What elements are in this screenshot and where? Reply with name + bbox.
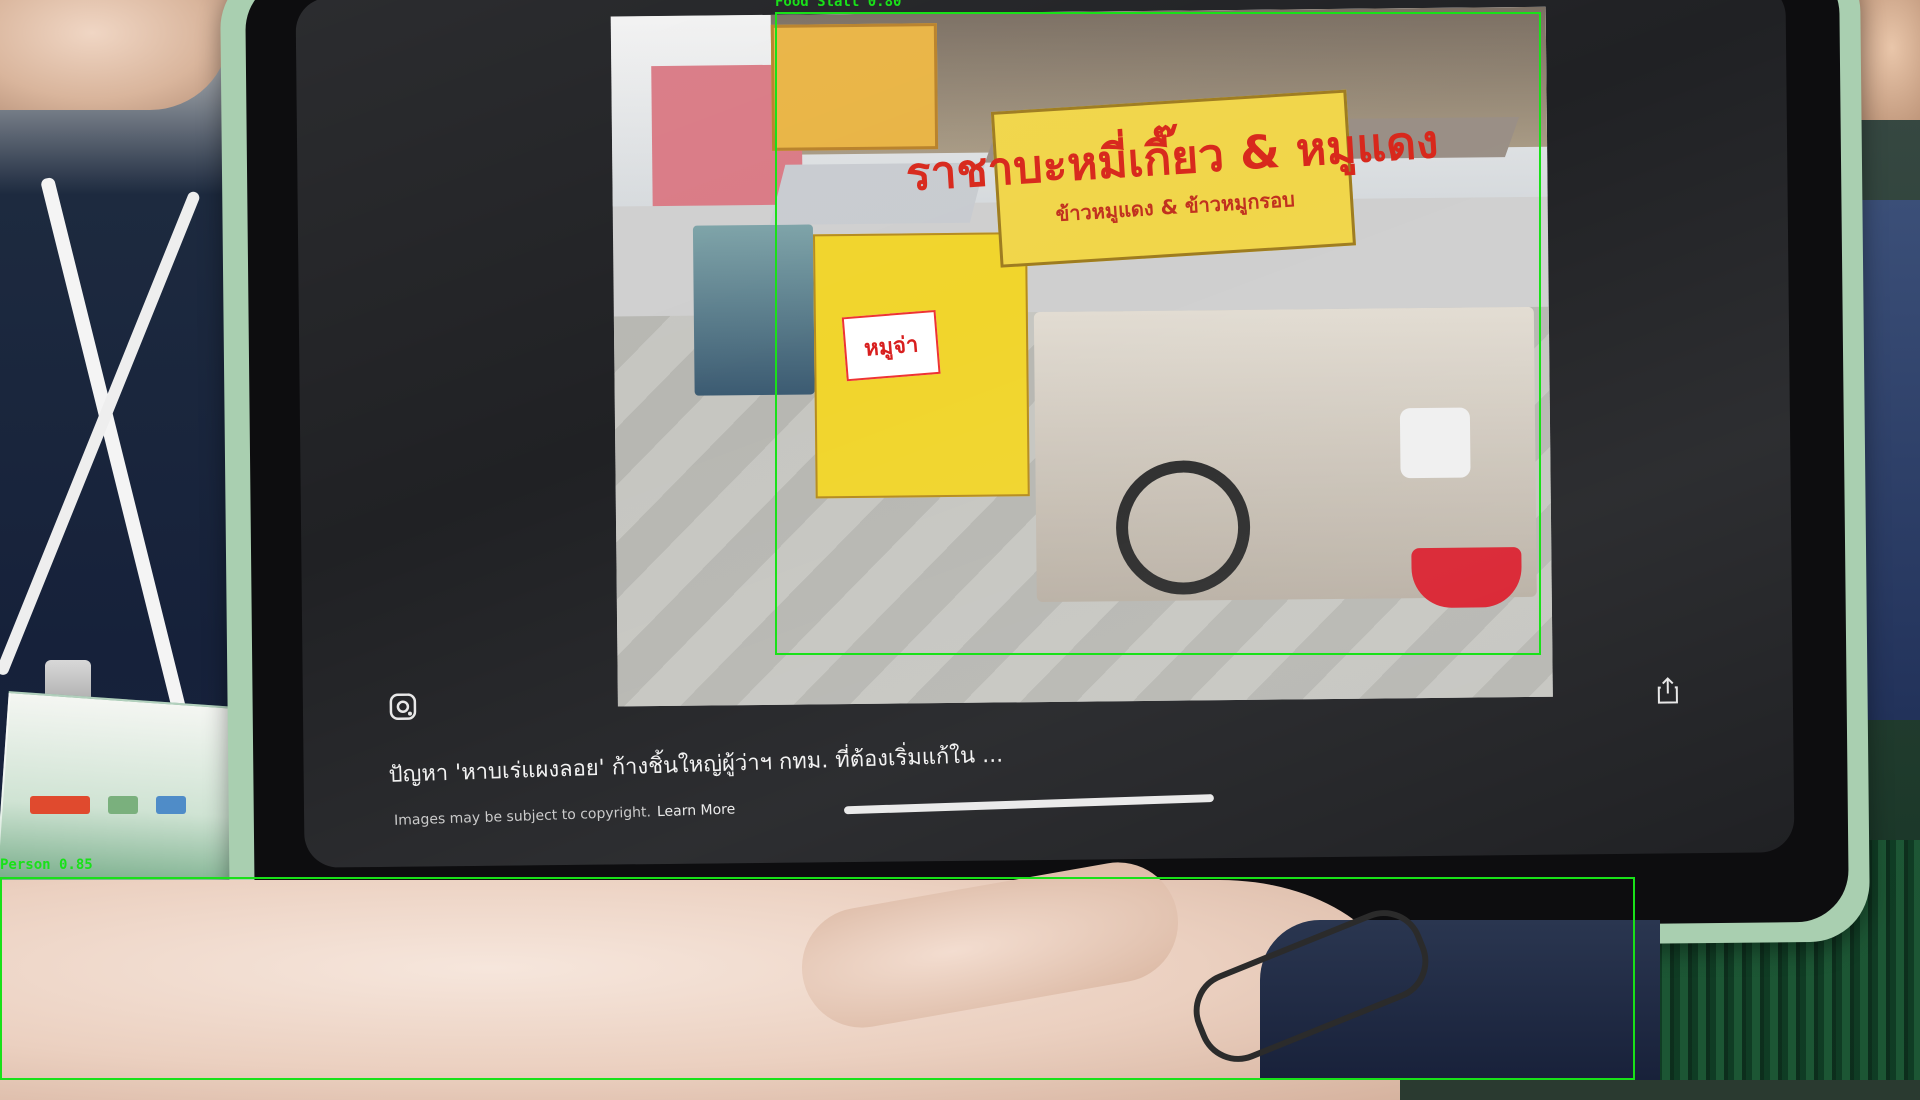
share-icon[interactable]	[1653, 673, 1683, 707]
copyright-notice: Images may be subject to copyright. Learn…	[394, 802, 736, 829]
person-right	[1860, 200, 1920, 720]
detection-label-food-stall: Food Stall 0.80	[775, 0, 902, 10]
image-source-title[interactable]: ปัญหา 'หาบเร่แผงลอย' ก้างชิ้นใหญ่ผู้ว่าฯ…	[388, 734, 1089, 792]
badge-logo-icon	[108, 796, 138, 814]
detection-label-person: Person 0.85	[0, 857, 93, 873]
detection-box-food-stall	[775, 12, 1541, 655]
home-indicator[interactable]	[843, 794, 1215, 815]
copyright-text: Images may be subject to copyright.	[393, 804, 652, 829]
learn-more-link[interactable]: Learn More	[657, 802, 736, 821]
person-left-face	[0, 0, 230, 110]
google-lens-icon[interactable]	[383, 687, 423, 727]
badge-logos	[30, 790, 230, 820]
detection-box-person	[0, 877, 1635, 1080]
badge-logo-icon	[30, 796, 90, 814]
badge-logo-icon	[156, 796, 186, 814]
